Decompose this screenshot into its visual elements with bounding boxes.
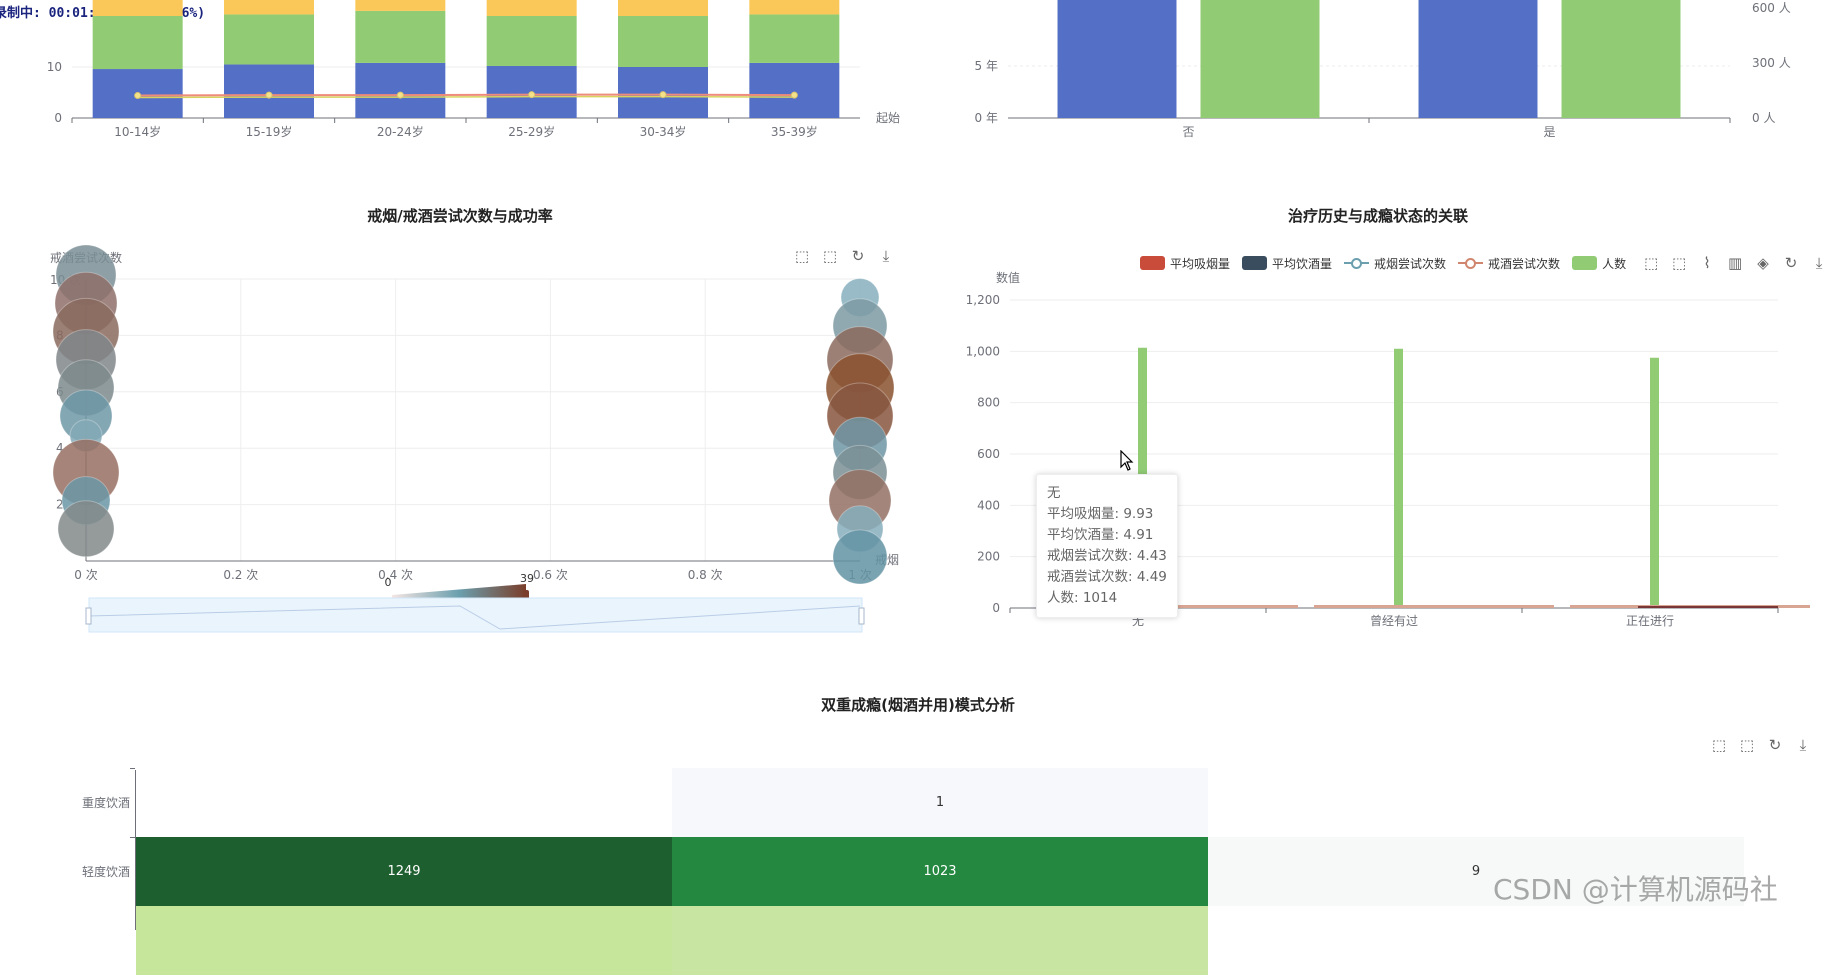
heatmap-cell[interactable] [672,906,1208,975]
heatmap-cell[interactable]: 1023 [672,837,1208,906]
heatmap-cell[interactable]: 1249 [136,837,672,906]
stacked-bar [486,0,577,16]
stacked-bar [749,62,840,118]
people-bar [1650,357,1659,608]
visual-map-max: 39 [520,572,534,585]
zoom-select-icon[interactable]: ⬚ [1710,736,1728,754]
treatment-chart-title: 治疗历史与成瘾状态的关联 [1287,207,1469,225]
binary-comparison-chart: 0 年 5 年 0 人 300 人 600 人否 是 [975,0,1791,139]
age-group-stacked-chart: 0 10 10-14岁 15-19岁 20-24岁 25-29岁 30-34岁 35-39岁 起… [47,0,900,139]
x-tick-label: 35-39岁 [771,124,818,139]
tooltip-row: 人数: 1014 [1047,590,1118,606]
x-tick-label: 25-29岁 [508,124,555,139]
bar-blue [1418,0,1538,118]
heatmap-toolbar: ⬚ ⬚ ↻ ⤓ [1710,736,1812,754]
bubble [832,529,888,585]
y-tick-label: 0 [54,111,62,125]
y-tick-label: 600 [977,447,1000,461]
line-point [659,91,667,99]
x-tick-label: 0.4 次 [378,568,413,582]
x-tick-label: 正在进行 [1626,614,1674,628]
y-tick-label: 800 [977,396,1000,410]
y-tick-label: 0 年 [975,111,998,125]
x-tick-label: 0.8 次 [688,568,723,582]
y-tick-label: 5 年 [975,59,998,73]
save-image-icon[interactable]: ⤓ [1794,736,1812,754]
stacked-bar [92,0,183,16]
restore-icon[interactable]: ↻ [1766,736,1784,754]
line-point [790,91,798,99]
x-tick-label: 15-19岁 [246,124,293,139]
chart-tooltip: 无 平均吸烟量: 9.93 平均饮酒量: 4.91 戒烟尝试次数: 4.43 戒… [1036,474,1178,618]
heatmap-title: 双重成瘾(烟酒并用)模式分析 [821,696,1015,714]
csdn-watermark: CSDN @计算机源码社 [1493,873,1778,906]
bar-green [1200,0,1320,118]
small-value-bar [1638,606,1778,608]
tooltip-row: 戒烟尝试次数: 4.43 [1047,548,1167,564]
line-point [396,91,404,99]
x-tick-label: 30-34岁 [640,124,687,139]
y-tick-label: 0 [992,601,1000,615]
x-tick-label: 0.2 次 [223,568,258,582]
heatmap-tick [130,768,135,769]
heatmap-row-label: 重度饮酒 [81,796,130,810]
y-tick-label: 1,200 [966,293,1000,307]
mouse-cursor-icon [1120,450,1134,471]
stacked-bar [92,16,183,70]
right-axis-label: 起始 [876,111,900,125]
tooltip-title: 无 [1047,485,1061,501]
people-bar [1394,348,1403,608]
right-tick-label: 300 人 [1752,56,1791,70]
data-zoom-handle-right [858,607,865,625]
stacked-bar [618,16,708,67]
visual-map-min: 0 [385,576,392,589]
x-tick-label: 曾经有过 [1370,614,1418,628]
zoom-reset-icon[interactable]: ⬚ [1738,736,1756,754]
stacked-bar [355,0,446,11]
y-axis-name: 数值 [996,270,1020,285]
quit-attempts-bubble-chart: 戒酒尝试次数10 次0 次0.2 次0.4 次0.6 次0.8 次1 次8642… [50,244,899,633]
heatmap-cell[interactable]: 1 [672,768,1208,837]
heatmap-tick [130,837,135,838]
trend-line [137,93,795,97]
bar-blue [1057,0,1177,118]
bubble [57,500,115,558]
x-tick-label: 10-14岁 [114,124,161,139]
x-tick-label: 0 次 [74,568,97,582]
line-point [528,91,536,99]
bubble-chart-title: 戒烟/戒酒尝试次数与成功率 [367,207,553,225]
stacked-bar [618,0,708,16]
heatmap-row-label: 轻度饮酒 [81,865,130,879]
x-tick-label: 是 [1543,125,1555,139]
y-tick-label: 400 [977,498,1000,512]
trend-line-2 [137,95,795,99]
data-zoom-handle-left [85,607,92,625]
stacked-bar [749,0,840,15]
stacked-bar [355,10,446,63]
stacked-bar [224,0,314,15]
line-point [134,92,142,100]
stacked-bar [486,16,577,66]
stacked-bar [224,14,314,65]
y-tick-label: 200 [977,550,1000,564]
x-tick-label: 否 [1182,125,1194,139]
stacked-bar [224,64,314,118]
stacked-bar [749,14,840,63]
y-tick-label: 1,000 [966,344,1000,358]
bar-green [1561,0,1681,118]
tooltip-row: 戒酒尝试次数: 4.49 [1047,569,1167,585]
small-value-bar [1314,605,1554,608]
heatmap-cell[interactable] [136,906,672,975]
right-tick-label: 600 人 [1752,1,1791,15]
right-tick-label: 0 人 [1752,111,1775,125]
stacked-bar [355,62,446,118]
line-point [265,91,273,99]
tooltip-row: 平均吸烟量: 9.93 [1047,506,1154,522]
x-tick-label: 20-24岁 [377,124,424,139]
y-tick-label: 10 [47,60,62,74]
x-tick-label: 0.6 次 [533,568,568,582]
tooltip-row: 平均饮酒量: 4.91 [1047,527,1154,543]
